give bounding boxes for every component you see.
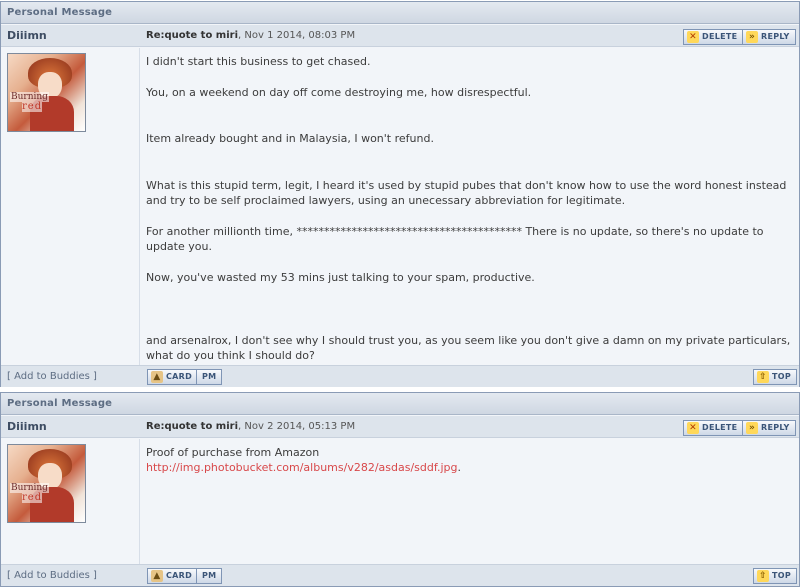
post-paragraph: I didn't start this business to get chas… [146, 55, 371, 68]
avatar-caption-2: red [22, 101, 43, 112]
pm-button-label: PM [202, 372, 217, 381]
delete-button-label: DELETE [702, 32, 738, 41]
delete-button[interactable]: ✕ DELETE [683, 29, 744, 45]
add-to-buddies-link[interactable]: [ Add to Buddies ] [7, 565, 97, 587]
top-button-label: TOP [772, 571, 792, 580]
post-header-title: Personal Message [1, 2, 799, 24]
post-footer-bar: [ Add to Buddies ] ▲ CARD PM ⇧ TOP [1, 564, 799, 586]
quote-icon: » [746, 422, 758, 434]
subject-label: Re:quote to miri [146, 421, 239, 432]
subject-label: Re:quote to miri [146, 30, 239, 41]
message-post-1: Personal Message Diiimn Re:quote to miri… [0, 1, 800, 387]
author-sidebar: Burning red [1, 48, 140, 365]
delete-button-label: DELETE [702, 423, 738, 432]
pm-button-label: PM [202, 571, 217, 580]
delete-button[interactable]: ✕ DELETE [683, 420, 744, 436]
post-paragraph: Proof of purchase from Amazon [146, 446, 320, 459]
post-paragraph: What is this stupid term, legit, I heard… [146, 179, 787, 207]
pm-button[interactable]: PM [196, 369, 223, 385]
reply-button-label: REPLY [761, 423, 790, 432]
arrow-up-icon: ⇧ [757, 371, 769, 383]
post-paragraph: and arsenalrox, I don't see why I should… [146, 334, 791, 362]
card-button[interactable]: ▲ CARD [147, 568, 199, 584]
top-button[interactable]: ⇧ TOP [753, 568, 798, 584]
pm-button[interactable]: PM [196, 568, 223, 584]
card-button-label: CARD [166, 571, 193, 580]
post-subject: Re:quote to miri, Nov 1 2014, 08:03 PM [146, 25, 355, 47]
delete-icon: ✕ [687, 422, 699, 434]
avatar-caption-2: red [22, 492, 43, 503]
post-date: , Nov 1 2014, 08:03 PM [238, 30, 356, 41]
avatar: Burning red [7, 53, 86, 132]
author-sidebar: Burning red [1, 439, 140, 565]
delete-icon: ✕ [687, 31, 699, 43]
post-paragraph: http://img.photobucket.com/albums/v282/a… [146, 460, 461, 475]
top-button[interactable]: ⇧ TOP [753, 369, 798, 385]
link-suffix: . [457, 461, 461, 474]
arrow-up-icon: ⇧ [757, 570, 769, 582]
reply-button[interactable]: » REPLY [742, 29, 796, 45]
post-subject: Re:quote to miri, Nov 2 2014, 05:13 PM [146, 416, 355, 438]
photobucket-link[interactable]: http://img.photobucket.com/albums/v282/a… [146, 461, 457, 474]
card-button-label: CARD [166, 372, 193, 381]
add-to-buddies-link[interactable]: [ Add to Buddies ] [7, 366, 97, 388]
top-button-label: TOP [772, 372, 792, 381]
post-header-title: Personal Message [1, 393, 799, 415]
quote-icon: » [746, 31, 758, 43]
post-info-bar: Diiimn Re:quote to miri, Nov 1 2014, 08:… [1, 25, 799, 47]
contact-card-icon: ▲ [151, 371, 163, 383]
author-name[interactable]: Diiimn [7, 25, 47, 47]
reply-button-label: REPLY [761, 32, 790, 41]
post-date: , Nov 2 2014, 05:13 PM [238, 421, 356, 432]
post-paragraph: You, on a weekend on day off come destro… [146, 86, 532, 99]
avatar: Burning red [7, 444, 86, 523]
post-paragraph: Item already bought and in Malaysia, I w… [146, 132, 434, 145]
card-button[interactable]: ▲ CARD [147, 369, 199, 385]
contact-card-icon: ▲ [151, 570, 163, 582]
post-paragraph: Now, you've wasted my 53 mins just talki… [146, 271, 535, 284]
post-footer-bar: [ Add to Buddies ] ▲ CARD PM ⇧ TOP [1, 365, 799, 387]
author-name[interactable]: Diiimn [7, 416, 47, 438]
post-paragraph: For another millionth time, ************… [146, 225, 764, 253]
reply-button[interactable]: » REPLY [742, 420, 796, 436]
post-info-bar: Diiimn Re:quote to miri, Nov 2 2014, 05:… [1, 416, 799, 438]
message-post-2: Personal Message Diiimn Re:quote to miri… [0, 392, 800, 587]
